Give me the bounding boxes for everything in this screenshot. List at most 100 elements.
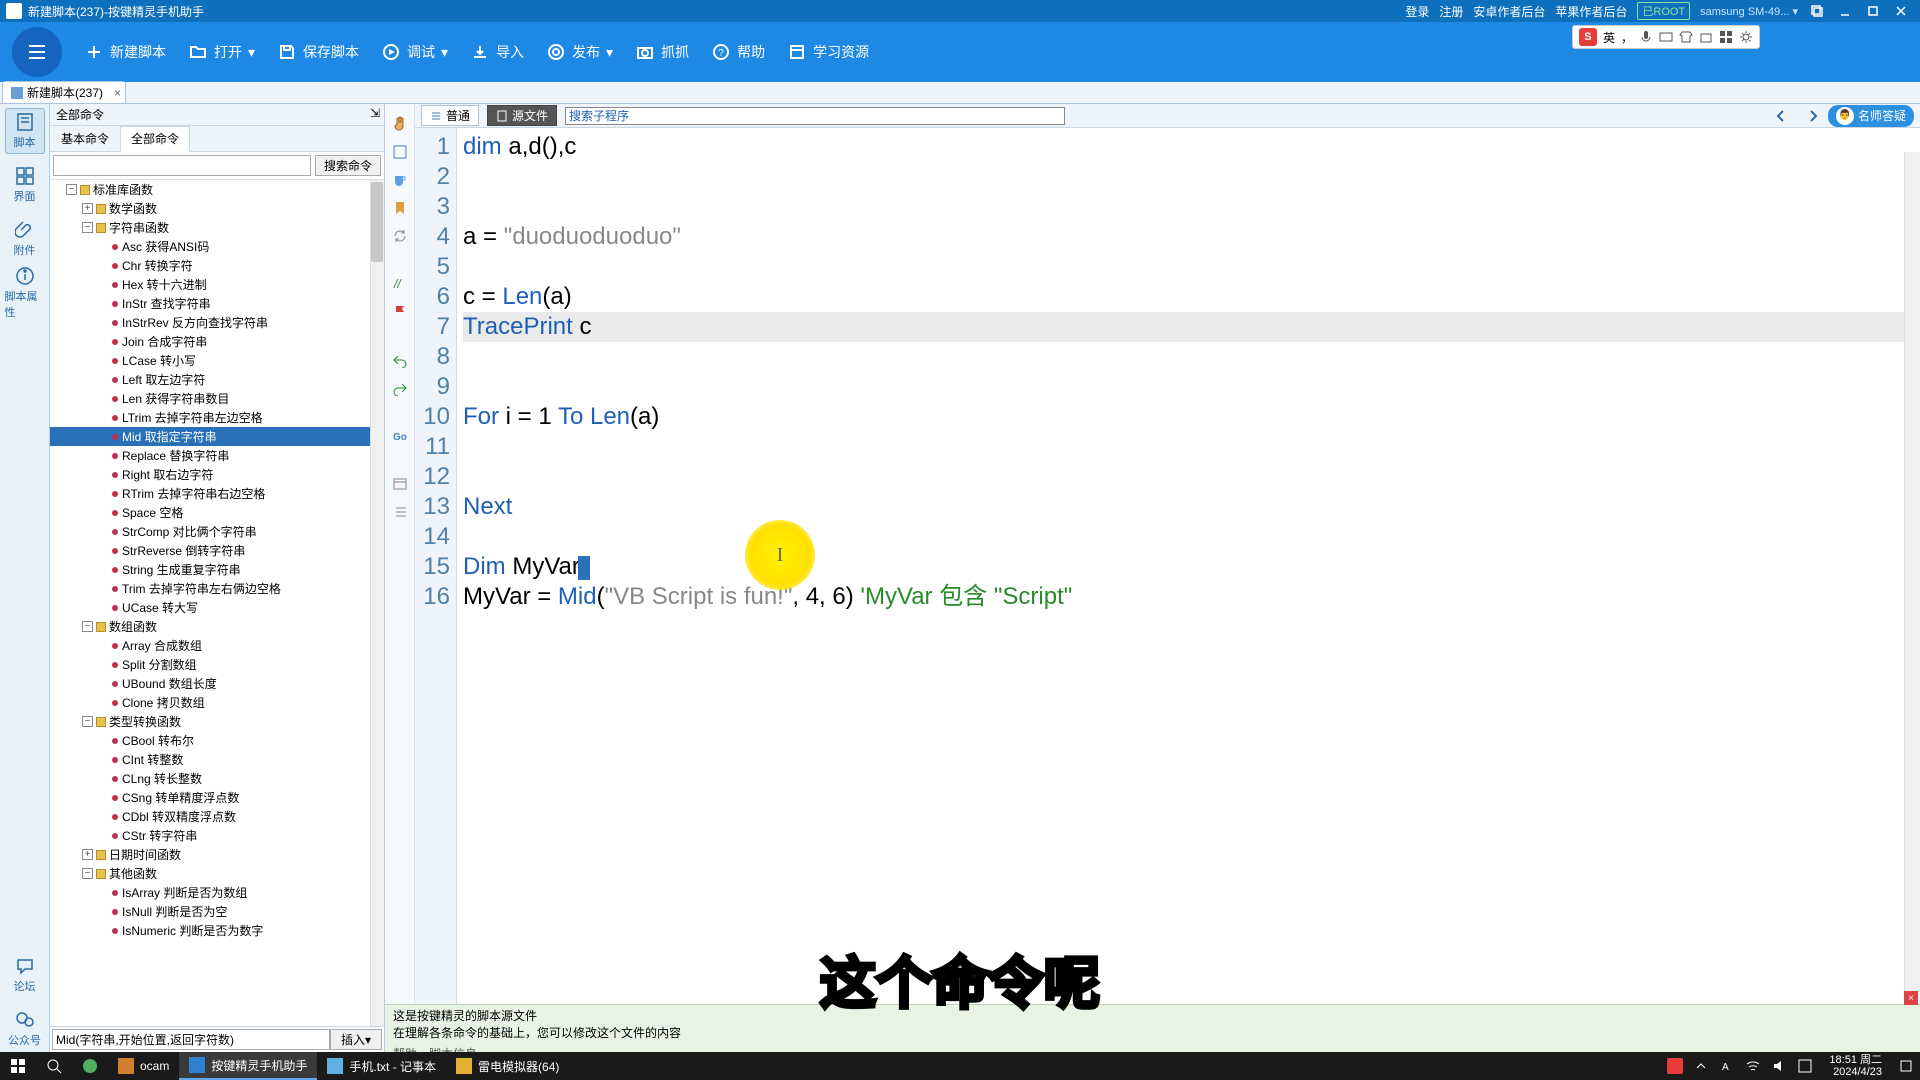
help-button[interactable]: ?帮助 [711, 42, 765, 62]
cup-icon[interactable] [390, 170, 410, 190]
tree-item[interactable]: Replace 替换字符串 [50, 446, 384, 465]
tree-item[interactable]: Clone 拷贝数组 [50, 693, 384, 712]
tray-ime-icon[interactable]: A [1719, 1058, 1735, 1074]
tree-item[interactable]: Len 获得字符串数目 [50, 389, 384, 408]
tree-item[interactable]: IsArray 判断是否为数组 [50, 883, 384, 902]
import-button[interactable]: 导入 [470, 42, 524, 62]
nav-next-icon[interactable] [1806, 109, 1820, 123]
open-button[interactable]: 打开▾ [188, 42, 255, 62]
taskbar-ld[interactable]: 雷电模拟器(64) [446, 1052, 569, 1080]
toolbox-icon[interactable] [1699, 30, 1713, 44]
apple-backend-link[interactable]: 苹果作者后台 [1555, 3, 1627, 20]
close-icon[interactable] [1892, 2, 1910, 20]
tree-item[interactable]: Chr 转换字符 [50, 256, 384, 275]
tree-item[interactable]: InStr 查找字符串 [50, 294, 384, 313]
tree-item[interactable]: Asc 获得ANSI码 [50, 237, 384, 256]
undo-icon[interactable] [390, 350, 410, 370]
document-tab[interactable]: 新建脚本(237) × [2, 81, 126, 103]
tray-sogou-icon[interactable] [1667, 1058, 1683, 1074]
tree-scrollbar[interactable] [370, 180, 384, 1026]
debug-button[interactable]: 调试▾ [381, 42, 448, 62]
login-link[interactable]: 登录 [1405, 3, 1429, 20]
tree-item[interactable]: Join 合成字符串 [50, 332, 384, 351]
close-panel-icon[interactable]: × [1904, 991, 1918, 1005]
rail-wechat[interactable]: 公众号 [5, 1006, 45, 1052]
tree-item[interactable]: −标准库函数 [50, 180, 384, 199]
tree-item[interactable]: Split 分割数组 [50, 655, 384, 674]
ime-punct[interactable]: ， [1621, 29, 1633, 46]
grid-icon[interactable] [1719, 30, 1733, 44]
tree-item[interactable]: CLng 转长整数 [50, 769, 384, 788]
tree-item[interactable]: UBound 数组长度 [50, 674, 384, 693]
taskbar-ajjl[interactable]: 按键精灵手机助手 [179, 1052, 317, 1080]
tree-item[interactable]: LTrim 去掉字符串左边空格 [50, 408, 384, 427]
tab-basic-commands[interactable]: 基本命令 [50, 126, 120, 151]
edge-button[interactable] [72, 1052, 108, 1080]
tree-item[interactable]: CDbl 转双精度浮点数 [50, 807, 384, 826]
tree-item[interactable]: +日期时间函数 [50, 845, 384, 864]
tray-up-icon[interactable] [1693, 1058, 1709, 1074]
tree-item[interactable]: CSng 转单精度浮点数 [50, 788, 384, 807]
tree-item[interactable]: −其他函数 [50, 864, 384, 883]
pin-icon[interactable]: ⇲ [370, 106, 380, 120]
tray-volume-icon[interactable] [1771, 1058, 1787, 1074]
tree-item[interactable]: Array 合成数组 [50, 636, 384, 655]
window-icon[interactable] [390, 474, 410, 494]
teacher-qa-button[interactable]: 👨名师答疑 [1828, 105, 1914, 127]
tray-wifi-icon[interactable] [1745, 1058, 1761, 1074]
save-button[interactable]: 保存脚本 [277, 42, 359, 62]
tray-lang-icon[interactable] [1797, 1058, 1813, 1074]
tree-item[interactable]: −字符串函数 [50, 218, 384, 237]
gear-icon[interactable] [1739, 30, 1753, 44]
redo-icon[interactable] [390, 378, 410, 398]
publish-button[interactable]: 发布▾ [546, 42, 613, 62]
rail-forum[interactable]: 论坛 [5, 952, 45, 998]
minimize-icon[interactable] [1836, 2, 1854, 20]
rail-attach[interactable]: 附件 [5, 216, 45, 262]
tree-item[interactable]: Space 空格 [50, 503, 384, 522]
command-search-button[interactable]: 搜索命令 [315, 155, 381, 176]
tree-item[interactable]: +数学函数 [50, 199, 384, 218]
popout-icon[interactable] [1808, 2, 1826, 20]
search-button[interactable] [36, 1052, 72, 1080]
flag-icon[interactable] [390, 302, 410, 322]
tree-item[interactable]: StrComp 对比俩个字符串 [50, 522, 384, 541]
command-signature-field[interactable] [52, 1029, 330, 1050]
tree-item[interactable]: String 生成重复字符串 [50, 560, 384, 579]
tree-item[interactable]: StrReverse 倒转字符串 [50, 541, 384, 560]
start-button[interactable] [0, 1052, 36, 1080]
rail-script[interactable]: 脚本 [5, 108, 45, 154]
view-source-button[interactable]: 源文件 [487, 105, 557, 126]
rail-ui[interactable]: 界面 [5, 162, 45, 208]
tree-item[interactable]: IsNumeric 判断是否为数字 [50, 921, 384, 940]
editor-vscrollbar[interactable] [1904, 152, 1920, 1036]
tree-item[interactable]: Hex 转十六进制 [50, 275, 384, 294]
subroutine-search-input[interactable] [565, 107, 1065, 125]
insert-button[interactable]: 插入▾ [330, 1029, 382, 1050]
command-search-input[interactable] [53, 155, 311, 176]
maximize-icon[interactable] [1864, 2, 1882, 20]
learn-button[interactable]: 学习资源 [787, 42, 869, 62]
ime-toolbar[interactable]: S 英 ， [1572, 25, 1760, 49]
mic-icon[interactable] [1639, 30, 1653, 44]
new-script-button[interactable]: 新建脚本 [84, 42, 166, 62]
main-menu-button[interactable] [12, 27, 62, 77]
view-normal-button[interactable]: 普通 [421, 105, 479, 126]
nav-prev-icon[interactable] [1774, 109, 1788, 123]
keyboard-icon[interactable] [1659, 30, 1673, 44]
register-link[interactable]: 注册 [1439, 3, 1463, 20]
device-selector[interactable]: samsung SM-49... ▾ [1700, 5, 1798, 18]
code-editor[interactable]: dim a,d(),ca = "duoduoduoduo"c = Len(a)T… [457, 128, 1920, 1036]
bookmark-icon[interactable] [390, 198, 410, 218]
tree-item[interactable]: LCase 转小写 [50, 351, 384, 370]
close-tab-icon[interactable]: × [114, 86, 121, 100]
tree-item[interactable]: −数组函数 [50, 617, 384, 636]
capture-button[interactable]: 抓抓 [635, 42, 689, 62]
rail-props[interactable]: 脚本属性 [5, 270, 45, 316]
go-icon[interactable]: Go [390, 426, 410, 446]
refresh-icon[interactable] [390, 226, 410, 246]
comment-icon[interactable]: // [390, 274, 410, 294]
expand-icon[interactable] [390, 142, 410, 162]
tray-notifications-icon[interactable] [1898, 1058, 1914, 1074]
list-icon[interactable] [390, 502, 410, 522]
